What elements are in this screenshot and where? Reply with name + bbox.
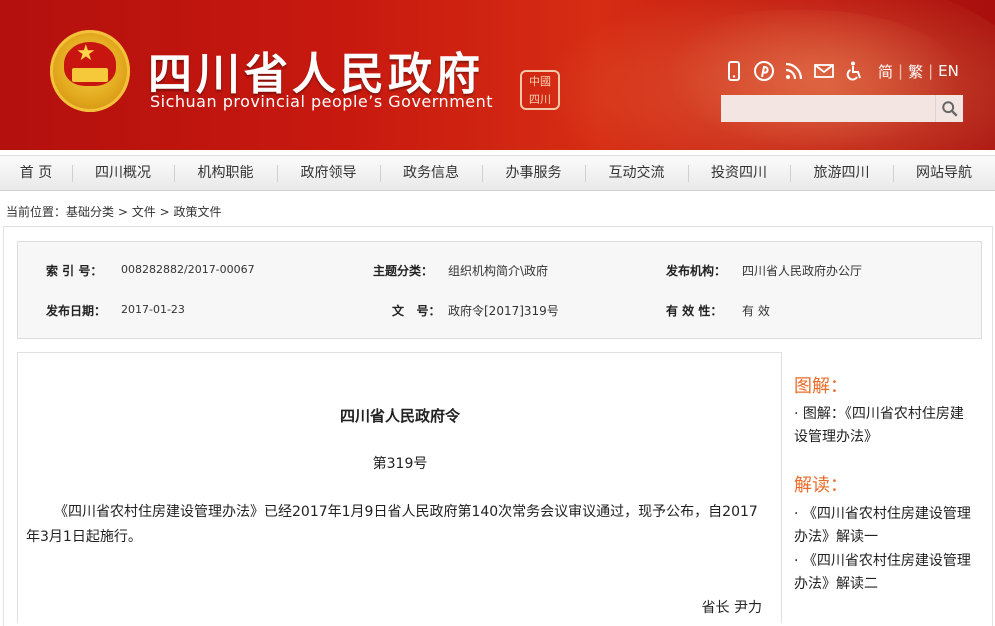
tiananmen-icon xyxy=(72,68,108,82)
search-icon xyxy=(941,100,958,117)
national-emblem-logo[interactable]: ★ xyxy=(50,30,130,112)
graphic-heading: 图解： xyxy=(794,376,848,397)
nav-item-investment[interactable]: 投资四川 xyxy=(688,156,790,190)
header-toolbar: 简 | 繁 | EN xyxy=(722,58,959,84)
breadcrumb-separator: > xyxy=(159,205,170,219)
accessibility-icon[interactable] xyxy=(842,59,866,83)
main-nav: 首 页 四川概况 机构职能 政府领导 政务信息 办事服务 互动交流 投资四川 旅… xyxy=(0,155,995,191)
document-metadata: 索 引 号： 008282882/2017-00067 主题分类： 组织机构简介… xyxy=(17,241,982,339)
lang-english-link[interactable]: EN xyxy=(938,62,959,80)
index-label: 索 引 号： xyxy=(46,264,103,278)
seal-stamp-icon: 中國 四川 xyxy=(520,70,560,110)
date-value: 2017-01-23 xyxy=(121,303,185,316)
document-body: 《四川省农村住房建设管理办法》已经2017年1月9日省人民政府第140次常务会议… xyxy=(26,504,758,545)
pinterest-icon[interactable] xyxy=(752,59,776,83)
star-icon: ★ xyxy=(76,41,96,66)
mail-icon[interactable] xyxy=(812,59,836,83)
breadcrumb-item[interactable]: 基础分类 xyxy=(66,205,114,219)
breadcrumb-separator: > xyxy=(117,205,128,219)
language-switcher: 简 | 繁 | EN xyxy=(878,61,959,82)
nav-item-functions[interactable]: 机构职能 xyxy=(174,156,277,190)
mobile-icon[interactable] xyxy=(722,59,746,83)
validity-label: 有 效 性： xyxy=(666,304,723,318)
lang-separator: | xyxy=(928,62,934,80)
nav-item-home[interactable]: 首 页 xyxy=(0,156,72,190)
issuer-label: 发布机构： xyxy=(666,264,727,278)
date-label: 发布日期： xyxy=(46,304,107,318)
docno-label: 文 号： xyxy=(392,304,441,318)
document-title: 四川省人民政府令 xyxy=(339,407,460,425)
site-subtitle: Sichuan provincial people’s Government xyxy=(150,92,494,111)
graphic-link[interactable]: · 图解：《四川省农村住房建设管理办法》 xyxy=(794,403,974,449)
rss-icon[interactable] xyxy=(782,59,806,83)
nav-item-leaders[interactable]: 政府领导 xyxy=(277,156,380,190)
nav-item-news[interactable]: 政务信息 xyxy=(380,156,482,190)
search-input[interactable] xyxy=(721,95,935,122)
lang-separator: | xyxy=(898,62,904,80)
nav-item-services[interactable]: 办事服务 xyxy=(482,156,585,190)
breadcrumb: 当前位置：基础分类 > 文件 > 政策文件 xyxy=(6,203,222,220)
document-number: 第319号 xyxy=(372,456,428,472)
nav-item-interaction[interactable]: 互动交流 xyxy=(585,156,688,190)
lang-simplified-link[interactable]: 简 xyxy=(878,61,893,82)
nav-item-overview[interactable]: 四川概况 xyxy=(72,156,174,190)
breadcrumb-item[interactable]: 文件 xyxy=(132,205,156,219)
document-panel xyxy=(17,352,782,623)
issuer-value: 四川省人民政府办公厅 xyxy=(742,264,863,278)
reading-link-1[interactable]: · 《四川省农村住房建设管理办法》解读一 xyxy=(794,503,974,549)
search-button[interactable] xyxy=(935,95,963,122)
validity-value: 有 效 xyxy=(742,304,770,318)
topic-label: 主题分类： xyxy=(373,264,434,278)
reading-link-2[interactable]: · 《四川省农村住房建设管理办法》解读二 xyxy=(794,550,974,596)
index-value: 008282882/2017-00067 xyxy=(121,263,255,276)
site-header: ★ 四川省人民政府 Sichuan provincial people’s Go… xyxy=(0,0,995,150)
lang-traditional-link[interactable]: 繁 xyxy=(908,61,923,82)
breadcrumb-item[interactable]: 政策文件 xyxy=(173,205,221,219)
related-sidebar: 图解： · 图解：《四川省农村住房建设管理办法》 解读： · 《四川省农村住房建… xyxy=(783,352,993,623)
topic-value: 组织机构简介\政府 xyxy=(448,264,549,278)
breadcrumb-prefix: 当前位置： xyxy=(6,205,67,219)
docno-value: 政府令[2017]319号 xyxy=(448,304,559,318)
search-box xyxy=(721,95,963,122)
nav-item-tourism[interactable]: 旅游四川 xyxy=(790,156,893,190)
reading-heading: 解读： xyxy=(794,475,848,496)
document-signature: 省长 尹力 xyxy=(701,600,762,616)
nav-item-sitemap[interactable]: 网站导航 xyxy=(893,156,995,190)
